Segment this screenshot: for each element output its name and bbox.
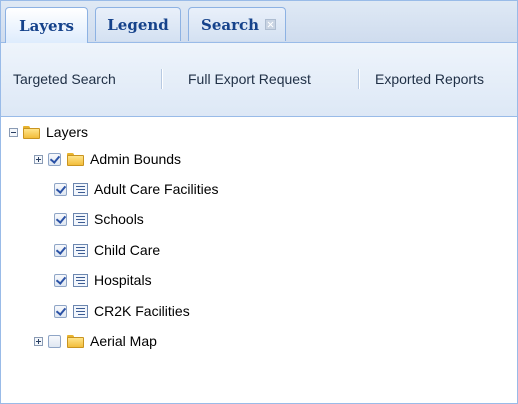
targeted-search-button[interactable]: Targeted Search (13, 71, 116, 87)
layer-icon (73, 182, 88, 196)
layer-checkbox[interactable] (54, 212, 67, 226)
tree-node-schools[interactable]: Schools (54, 208, 144, 230)
folder-icon (67, 152, 84, 166)
collapse-icon[interactable] (9, 127, 18, 137)
layers-panel: Layers Legend Search Targeted Search Ful… (0, 0, 518, 404)
layer-icon (73, 304, 88, 318)
tree-node-label[interactable]: Child Care (94, 242, 160, 258)
tab-legend-label: Legend (107, 15, 169, 34)
layer-checkbox[interactable] (54, 243, 67, 257)
toolbar-separator (358, 69, 360, 89)
exported-reports-button[interactable]: Exported Reports (375, 71, 484, 87)
tree-node-hospitals[interactable]: Hospitals (54, 269, 152, 291)
toolbar-separator (161, 69, 163, 89)
tab-search-label: Search (201, 15, 260, 34)
toolbar: Targeted Search Full Export Request Expo… (1, 43, 517, 117)
tab-legend[interactable]: Legend (95, 7, 181, 41)
tree-node-admin-bounds[interactable]: Admin Bounds (34, 148, 181, 170)
tab-layers[interactable]: Layers (5, 7, 88, 43)
expand-icon[interactable] (34, 336, 43, 346)
tree-node-label[interactable]: Hospitals (94, 272, 152, 288)
layer-checkbox[interactable] (48, 334, 61, 348)
tree-node-cr2k-facilities[interactable]: CR2K Facilities (54, 300, 190, 322)
full-export-request-button[interactable]: Full Export Request (188, 71, 311, 87)
tree-node-label[interactable]: Layers (46, 124, 88, 140)
tree-node-label[interactable]: Adult Care Facilities (94, 181, 219, 197)
tab-search[interactable]: Search (188, 7, 286, 41)
tab-strip: Layers Legend Search (1, 1, 517, 43)
tree-node-child-care[interactable]: Child Care (54, 239, 160, 261)
layer-icon (73, 273, 88, 287)
expand-icon[interactable] (34, 154, 43, 164)
close-icon[interactable] (265, 19, 277, 30)
layer-checkbox[interactable] (48, 152, 61, 166)
layer-icon (73, 243, 88, 257)
tree-node-label[interactable]: CR2K Facilities (94, 303, 190, 319)
layer-tree: Layers Admin Bounds Adult Care Facilitie… (1, 118, 517, 403)
tree-node-label[interactable]: Schools (94, 211, 144, 227)
layer-icon (73, 212, 88, 226)
layer-checkbox[interactable] (54, 182, 67, 196)
layer-checkbox[interactable] (54, 273, 67, 287)
folder-icon (67, 334, 84, 348)
tab-layers-label: Layers (19, 16, 74, 35)
tree-node-label[interactable]: Admin Bounds (90, 151, 181, 167)
tree-node-label[interactable]: Aerial Map (90, 333, 157, 349)
folder-icon (23, 125, 40, 139)
tree-node-aerial-map[interactable]: Aerial Map (34, 330, 157, 352)
layer-checkbox[interactable] (54, 304, 67, 318)
tree-root-layers[interactable]: Layers (9, 121, 88, 143)
tree-node-adult-care-facilities[interactable]: Adult Care Facilities (54, 178, 219, 200)
